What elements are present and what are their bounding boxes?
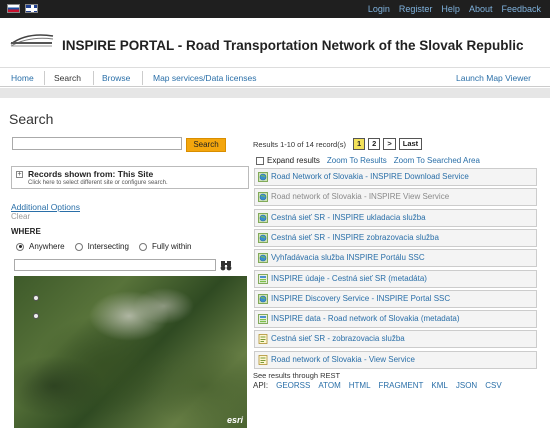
flag-uk-icon[interactable] bbox=[25, 4, 38, 13]
results-summary: Results 1-10 of 14 record(s) bbox=[253, 140, 346, 149]
result-title-link[interactable]: INSPIRE údaje - Cestná sieť SR (metadáta… bbox=[271, 274, 427, 283]
nav-home[interactable]: Home bbox=[11, 73, 34, 83]
radio-intersecting-label: Intersecting bbox=[87, 242, 129, 251]
nav-divider bbox=[93, 71, 94, 85]
radio-intersecting[interactable] bbox=[74, 242, 83, 251]
about-link[interactable]: About bbox=[469, 4, 493, 14]
pagination: 1 2 > Last bbox=[353, 138, 423, 150]
next-page-button[interactable]: > bbox=[383, 138, 396, 150]
result-item: Cestná sieť SR - INSPIRE ukladacia služb… bbox=[254, 208, 537, 227]
nav-browse[interactable]: Browse bbox=[102, 73, 130, 83]
expand-results-checkbox[interactable] bbox=[256, 156, 264, 165]
results-toolbar: Expand results Zoom To Results Zoom To S… bbox=[256, 156, 480, 165]
radio-fully-within-label: Fully within bbox=[151, 242, 192, 251]
result-item: Cestná sieť SR - INSPIRE zobrazovacia sl… bbox=[254, 228, 537, 247]
document-icon bbox=[258, 334, 268, 345]
result-title-link[interactable]: INSPIRE Discovery Service - INSPIRE Port… bbox=[271, 294, 450, 303]
result-item: Vyhľadávacia služba INSPIRE Portálu SSC bbox=[254, 249, 537, 268]
nav-search[interactable]: Search bbox=[54, 73, 81, 83]
result-item: Road network of Slovakia - View Service bbox=[254, 350, 537, 369]
where-options: Anywhere Intersecting Fully within bbox=[16, 242, 192, 251]
records-hint: Click here to select different site or c… bbox=[28, 180, 168, 186]
api-label: API: bbox=[253, 381, 269, 390]
dataset-icon bbox=[258, 273, 268, 284]
top-bar: Login Register Help About Feedback bbox=[0, 0, 550, 18]
result-item: INSPIRE Discovery Service - INSPIRE Port… bbox=[254, 289, 537, 308]
zoom-out-icon[interactable] bbox=[33, 313, 39, 319]
clear-link[interactable]: Clear bbox=[11, 212, 30, 221]
expand-plus-icon[interactable]: + bbox=[16, 171, 23, 178]
globe-icon bbox=[258, 212, 268, 223]
page-2-button[interactable]: 2 bbox=[368, 138, 381, 150]
result-title-link[interactable]: Road Network of Slovakia - INSPIRE Downl… bbox=[271, 172, 469, 181]
globe-icon bbox=[258, 293, 268, 304]
result-title-link[interactable]: Cestná sieť SR - INSPIRE ukladacia služb… bbox=[271, 213, 426, 222]
login-link[interactable]: Login bbox=[368, 4, 390, 14]
api-georss-link[interactable]: GEORSS bbox=[276, 381, 310, 390]
page-title: Search bbox=[9, 111, 54, 127]
result-title-link[interactable]: Cestná sieť SR - zobrazovacia služba bbox=[271, 334, 405, 343]
result-item: INSPIRE data - Road network of Slovakia … bbox=[254, 310, 537, 329]
additional-options-link[interactable]: Additional Options bbox=[11, 202, 80, 212]
radio-fully-within[interactable] bbox=[138, 242, 147, 251]
site-logo-icon[interactable] bbox=[9, 30, 54, 48]
records-label: Records shown from: This Site bbox=[28, 169, 154, 179]
result-title-link[interactable]: Road network of Slovakia - View Service bbox=[271, 355, 415, 364]
nav-map-services[interactable]: Map services/Data licenses bbox=[153, 73, 256, 83]
api-fragment-link[interactable]: FRAGMENT bbox=[379, 381, 424, 390]
api-json-link[interactable]: JSON bbox=[456, 381, 477, 390]
result-item: INSPIRE údaje - Cestná sieť SR (metadáta… bbox=[254, 269, 537, 288]
top-links: Login Register Help About Feedback bbox=[368, 4, 541, 14]
globe-icon bbox=[258, 192, 268, 203]
main-nav: Home Search Browse Map services/Data lic… bbox=[0, 67, 550, 87]
api-kml-link[interactable]: KML bbox=[431, 381, 447, 390]
rest-label: See results through REST bbox=[253, 371, 341, 380]
feedback-link[interactable]: Feedback bbox=[501, 4, 541, 14]
dataset-icon bbox=[258, 314, 268, 324]
flag-slovakia-icon[interactable] bbox=[7, 4, 20, 13]
page-1-button[interactable]: 1 bbox=[353, 138, 366, 150]
api-csv-link[interactable]: CSV bbox=[485, 381, 501, 390]
records-site-selector[interactable]: + Records shown from: This Site Click he… bbox=[11, 166, 249, 189]
where-label: WHERE bbox=[11, 227, 41, 236]
zoom-to-area-link[interactable]: Zoom To Searched Area bbox=[394, 156, 480, 165]
zoom-to-results-link[interactable]: Zoom To Results bbox=[327, 156, 387, 165]
result-title-link[interactable]: Road network of Slovakia - INSPIRE View … bbox=[271, 192, 449, 201]
api-atom-link[interactable]: ATOM bbox=[318, 381, 340, 390]
nav-divider bbox=[44, 71, 45, 85]
launch-map-viewer-link[interactable]: Launch Map Viewer bbox=[456, 73, 531, 83]
location-search-input[interactable] bbox=[14, 259, 216, 271]
help-link[interactable]: Help bbox=[441, 4, 460, 14]
api-formats: API: GEORSS ATOM HTML FRAGMENT KML JSON … bbox=[253, 381, 502, 390]
result-item: Road Network of Slovakia - INSPIRE Downl… bbox=[254, 168, 537, 186]
globe-icon bbox=[258, 172, 268, 182]
nav-divider bbox=[142, 71, 143, 85]
esri-logo: esri bbox=[226, 415, 243, 425]
radio-anywhere[interactable] bbox=[16, 242, 24, 251]
search-button[interactable]: Search bbox=[186, 138, 226, 152]
result-title-link[interactable]: INSPIRE data - Road network of Slovakia … bbox=[271, 314, 460, 323]
expand-results-label: Expand results bbox=[267, 156, 320, 165]
register-link[interactable]: Register bbox=[399, 4, 433, 14]
last-page-button[interactable]: Last bbox=[398, 138, 423, 150]
site-title: INSPIRE PORTAL - Road Transportation Net… bbox=[62, 38, 524, 53]
result-item: Road network of Slovakia - INSPIRE View … bbox=[254, 188, 537, 207]
globe-icon bbox=[258, 253, 268, 264]
document-icon bbox=[258, 354, 268, 365]
map-view[interactable]: esri bbox=[14, 276, 247, 428]
result-title-link[interactable]: Cestná sieť SR - INSPIRE zobrazovacia sl… bbox=[271, 233, 439, 242]
result-item: Cestná sieť SR - zobrazovacia služba bbox=[254, 330, 537, 349]
zoom-in-icon[interactable] bbox=[33, 295, 39, 301]
api-html-link[interactable]: HTML bbox=[349, 381, 371, 390]
search-input[interactable] bbox=[12, 137, 182, 150]
header-band bbox=[0, 88, 550, 98]
binoculars-icon[interactable] bbox=[220, 259, 232, 271]
result-title-link[interactable]: Vyhľadávacia služba INSPIRE Portálu SSC bbox=[271, 253, 425, 262]
radio-anywhere-label: Anywhere bbox=[29, 242, 65, 251]
globe-icon bbox=[258, 232, 268, 243]
